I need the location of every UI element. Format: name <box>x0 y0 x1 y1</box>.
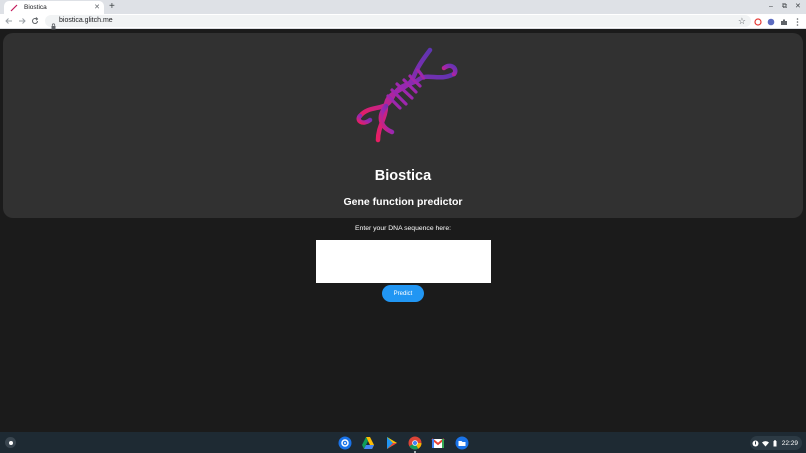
google-drive-icon[interactable] <box>361 436 375 450</box>
url-text: biostica.glitch.me <box>59 17 113 24</box>
page-subtitle: Gene function predictor <box>343 196 463 208</box>
browser-toolbar: biostica.glitch.me ☆ <box>0 14 806 30</box>
play-store-icon[interactable] <box>385 436 399 450</box>
files-icon[interactable] <box>455 436 469 450</box>
tab-title: Biostica <box>24 4 47 11</box>
page-title: Biostica <box>374 168 432 184</box>
tab-close-icon[interactable]: ✕ <box>94 4 100 11</box>
chrome-icon[interactable] <box>408 436 422 450</box>
chrome-running-indicator <box>414 450 416 453</box>
dna-input-label: Enter your DNA sequence here: <box>355 225 451 232</box>
tab-biostica[interactable]: Biostica ✕ <box>4 1 104 14</box>
forward-button[interactable] <box>17 16 27 26</box>
status-tray[interactable]: 22:29 <box>750 436 802 450</box>
menu-kebab-icon[interactable] <box>793 17 802 26</box>
hero-panel: Biostica Gene function predictor <box>3 33 803 218</box>
arrow-left-icon <box>5 18 12 24</box>
reload-icon <box>32 17 39 24</box>
gmail-icon[interactable] <box>431 436 445 450</box>
reload-button[interactable] <box>30 16 40 26</box>
tab-strip: Biostica ✕ + – ⧉ ✕ <box>0 0 806 14</box>
minimize-button[interactable]: – <box>769 2 773 12</box>
address-bar[interactable]: biostica.glitch.me ☆ <box>45 15 751 30</box>
close-window-button[interactable]: ✕ <box>795 2 801 12</box>
page-content: Biostica Gene function predictor Enter y… <box>0 30 806 432</box>
os-shelf: 22:29 <box>0 432 806 453</box>
extension-red-icon[interactable] <box>753 17 762 26</box>
launcher-button[interactable] <box>5 437 16 448</box>
dna-sequence-input[interactable] <box>316 240 491 283</box>
arrow-right-icon <box>19 18 26 24</box>
system-clock: 22:29 <box>781 439 798 447</box>
dna-favicon-icon <box>10 4 18 12</box>
extension-blue-icon[interactable] <box>766 17 775 26</box>
extensions-puzzle-icon[interactable] <box>779 17 788 26</box>
predict-button[interactable]: Predict <box>382 285 424 302</box>
launcher-icon <box>8 440 13 445</box>
settings-icon[interactable] <box>338 436 352 450</box>
notification-icon <box>752 440 759 447</box>
battery-icon <box>772 439 779 447</box>
wifi-icon <box>761 440 769 447</box>
restore-button[interactable]: ⧉ <box>782 2 787 12</box>
bookmark-star-icon[interactable]: ☆ <box>738 15 746 27</box>
dna-helix-icon <box>356 47 458 143</box>
new-tab-button[interactable]: + <box>109 1 115 13</box>
back-button[interactable] <box>4 16 14 26</box>
